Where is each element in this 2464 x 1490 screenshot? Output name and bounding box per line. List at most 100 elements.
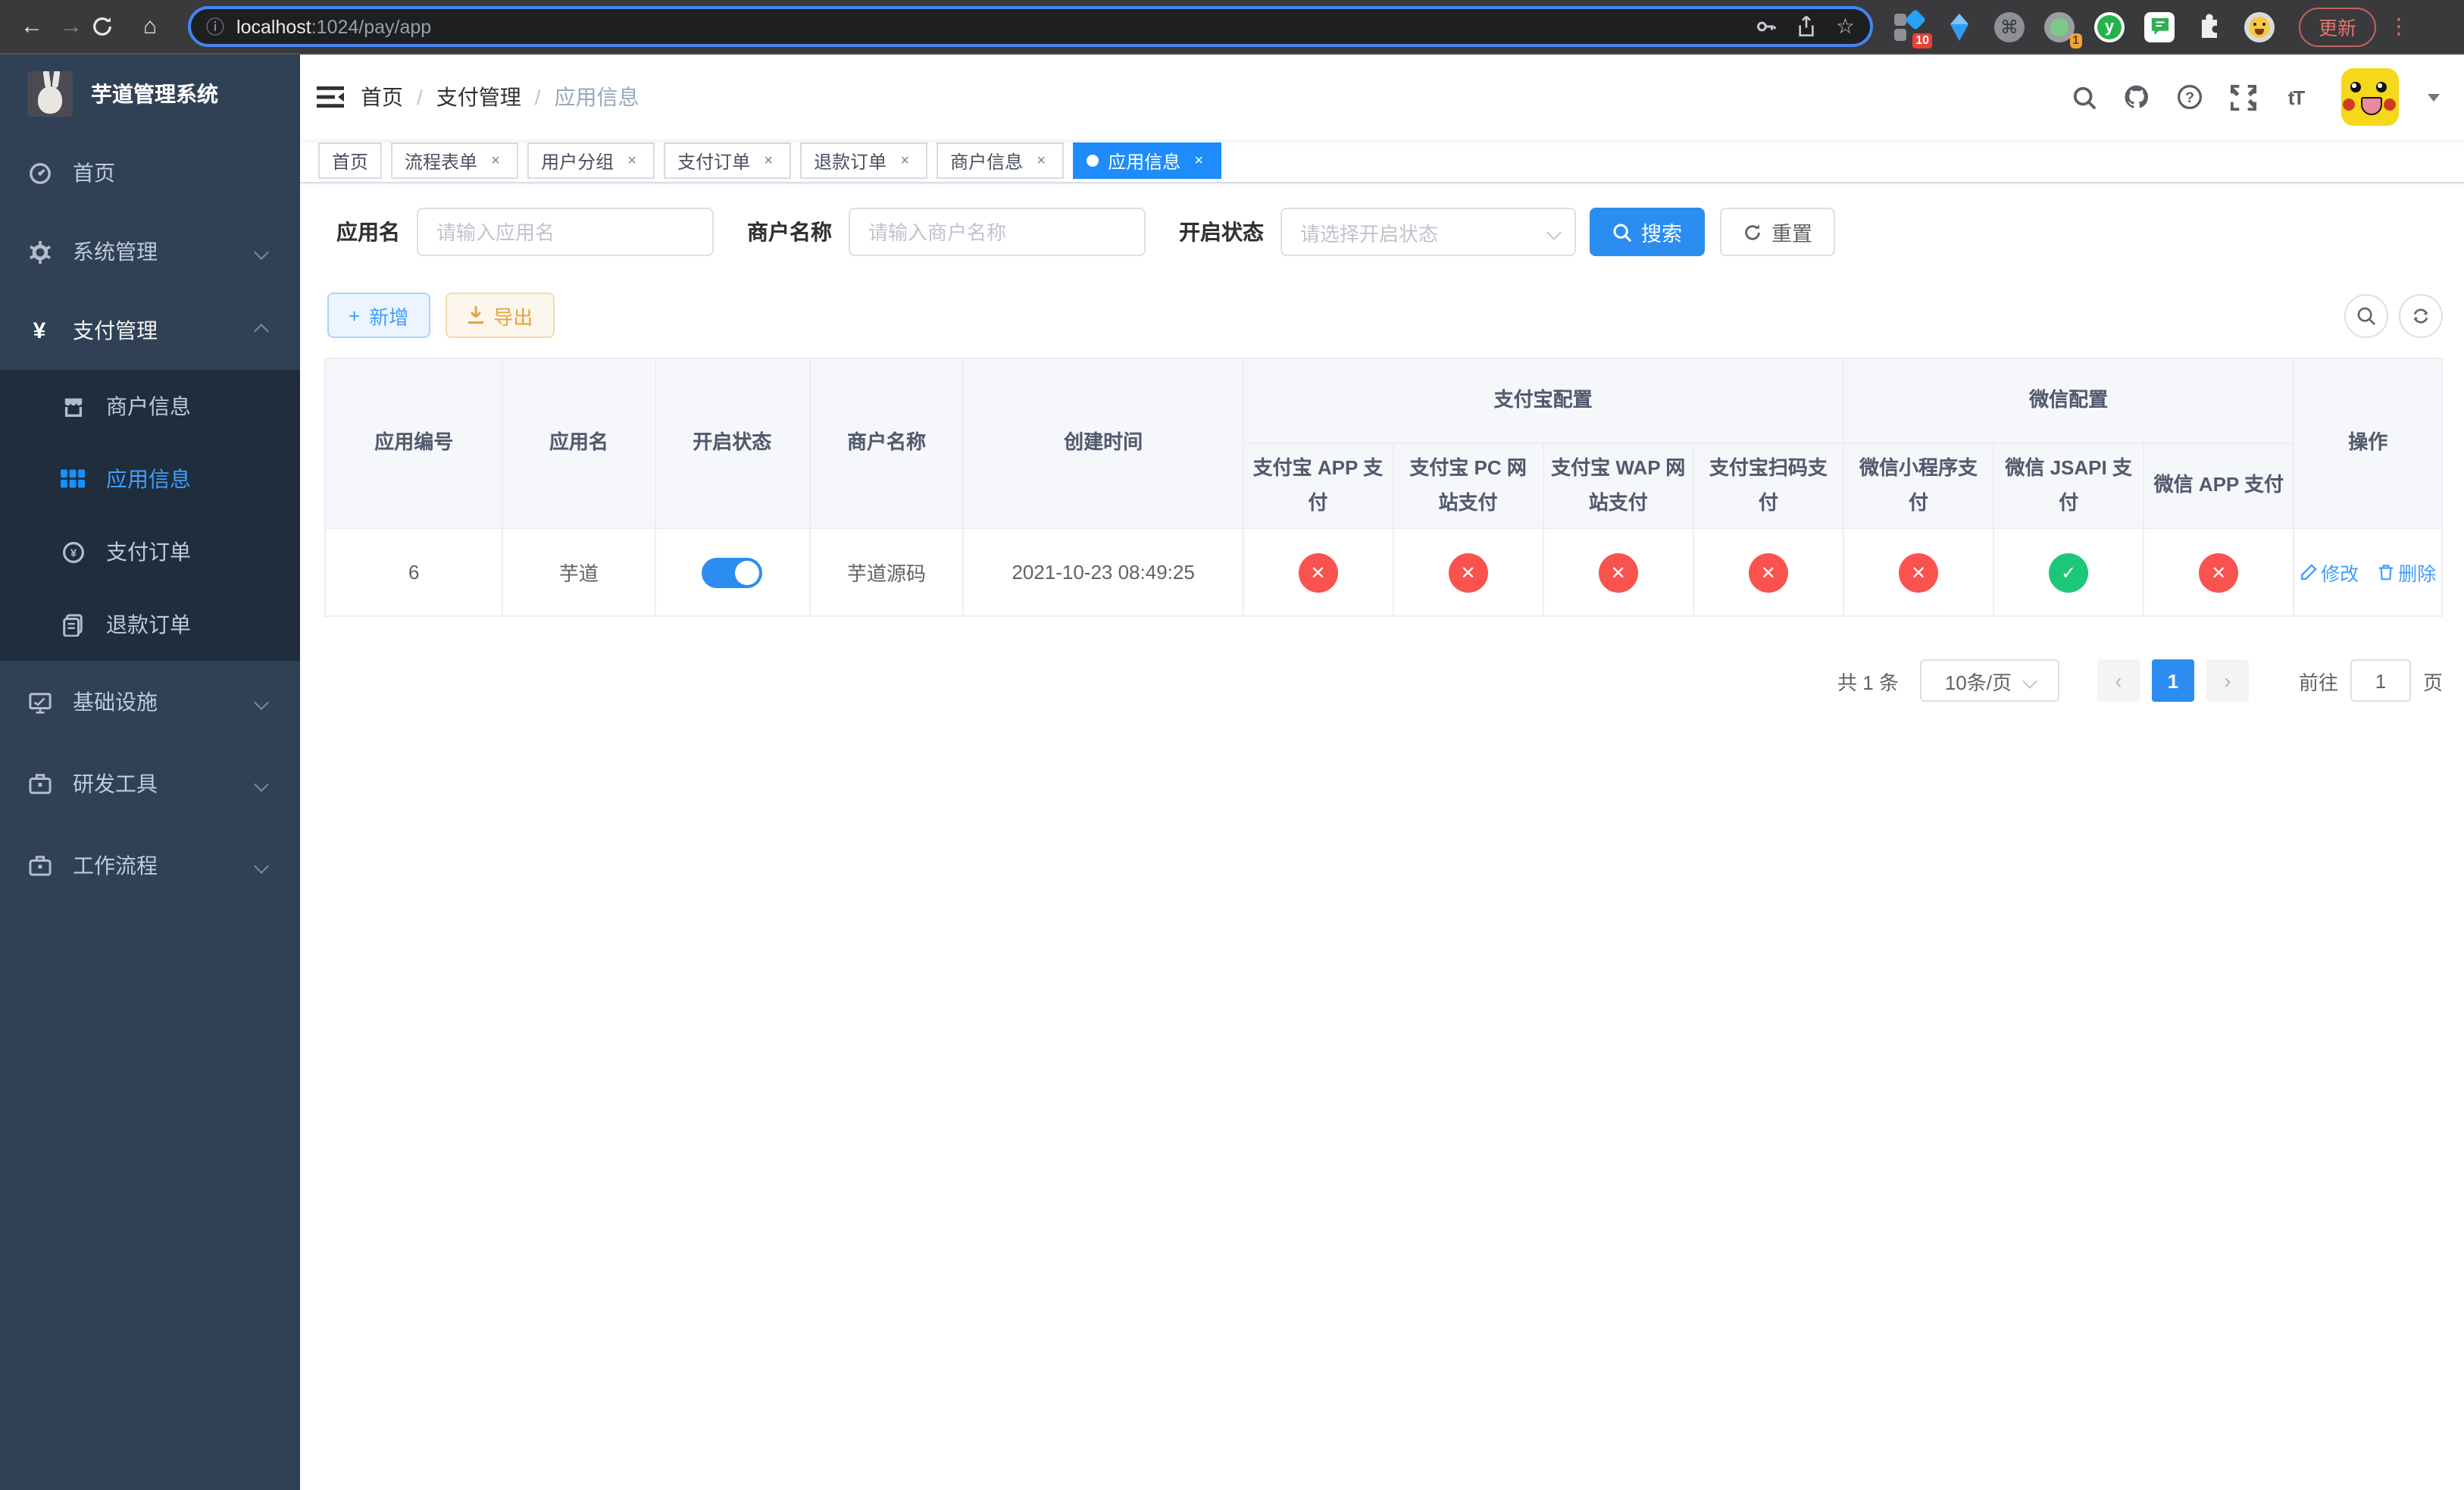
extension-kite-icon[interactable]	[1944, 11, 1975, 42]
github-icon[interactable]	[2123, 83, 2150, 111]
edit-link[interactable]: 修改	[2300, 558, 2359, 587]
chevron-down-icon	[1546, 224, 1562, 239]
add-button[interactable]: + 新增	[327, 293, 430, 338]
help-icon[interactable]: ?	[2176, 83, 2203, 111]
sidebar-logo[interactable]: 芋道管理系统	[0, 55, 300, 133]
sidebar-item-payment-orders[interactable]: ¥ 支付订单	[0, 515, 300, 588]
breadcrumb-separator: /	[417, 85, 423, 109]
tab-home[interactable]: 首页	[318, 142, 383, 179]
sidebar-item-merchant-info[interactable]: 商户信息	[0, 370, 300, 443]
search-button[interactable]: 搜索	[1590, 208, 1705, 256]
extensions-puzzle-icon[interactable]	[2194, 11, 2225, 42]
sidebar-item-infrastructure[interactable]: 基础设施	[0, 661, 300, 743]
close-icon[interactable]: ×	[486, 152, 505, 170]
tab-user-group[interactable]: 用户分组 ×	[527, 142, 655, 179]
toggle-search-button[interactable]	[2344, 293, 2388, 337]
column-header: 应用名	[502, 358, 656, 529]
browser-update-button[interactable]: 更新	[2299, 7, 2377, 46]
cell-enabled	[654, 527, 811, 617]
extension-badge: 10	[1912, 33, 1932, 48]
sidebar-item-app-info[interactable]: 应用信息	[0, 443, 300, 515]
page-1-button[interactable]: 1	[2151, 659, 2194, 702]
user-avatar[interactable]	[2341, 68, 2399, 126]
close-icon[interactable]: ×	[623, 152, 641, 170]
browser-forward-icon[interactable]: →	[52, 14, 91, 39]
column-header: 微信 JSAPI 支付	[1993, 443, 2145, 529]
sidebar-item-system[interactable]: 系统管理	[0, 212, 300, 291]
sidebar-collapse-icon[interactable]	[315, 82, 346, 112]
fullscreen-icon[interactable]	[2229, 83, 2256, 111]
next-page-button[interactable]: ›	[2206, 659, 2249, 702]
text-size-icon[interactable]: tT	[2282, 83, 2309, 111]
site-info-icon[interactable]: ⓘ	[206, 14, 224, 39]
cell-created-at: 2021-10-23 08:49:25	[962, 527, 1244, 617]
tab-merchant-info[interactable]: 商户信息 ×	[937, 142, 1065, 179]
tab-refund-order[interactable]: 退款订单 ×	[800, 142, 928, 179]
goto-page-input[interactable]	[2350, 659, 2411, 702]
merchant-name-input[interactable]	[849, 208, 1146, 256]
tab-payment-order[interactable]: 支付订单 ×	[664, 142, 792, 179]
page-size-select[interactable]: 10条/页	[1919, 659, 2059, 702]
yen-icon: ¥	[33, 318, 46, 343]
extension-recorder-icon[interactable]: 1	[2044, 11, 2082, 48]
share-icon[interactable]	[1796, 15, 1818, 38]
status-icon: ✕	[1598, 552, 1638, 592]
tab-app-info[interactable]: 应用信息 ×	[1073, 142, 1222, 179]
export-button[interactable]: 导出	[445, 293, 555, 338]
sidebar-item-label: 工作流程	[73, 853, 158, 878]
password-key-icon[interactable]	[1756, 15, 1778, 38]
page-content: 应用名 商户名称 开启状态 请选择开启状态 搜索	[300, 183, 2464, 1490]
app-name-input[interactable]	[417, 208, 714, 256]
delete-link[interactable]: 删除	[2377, 558, 2436, 587]
close-icon[interactable]: ×	[896, 152, 914, 170]
alipay-group-header: 支付宝配置	[1242, 358, 1844, 444]
close-icon[interactable]: ×	[1190, 152, 1208, 170]
extension-command-icon[interactable]: ⌘	[1994, 11, 2025, 42]
prev-page-button[interactable]: ‹	[2097, 659, 2140, 702]
browser-menu-icon[interactable]: ⋮	[2388, 14, 2409, 39]
sidebar-item-workflow[interactable]: 工作流程	[0, 825, 300, 906]
document-icon	[61, 612, 85, 637]
browser-home-icon[interactable]: ⌂	[130, 14, 170, 39]
column-header: 支付宝 APP 支付	[1242, 443, 1394, 529]
browser-back-icon[interactable]: ←	[12, 14, 52, 39]
browser-reload-icon[interactable]	[91, 15, 130, 38]
sidebar-item-refund-orders[interactable]: 退款订单	[0, 588, 300, 661]
avatar-caret-icon[interactable]	[2428, 93, 2440, 101]
tab-process-form[interactable]: 流程表单 ×	[391, 142, 519, 179]
refresh-table-button[interactable]	[2399, 293, 2443, 337]
search-icon	[1612, 222, 1632, 242]
sidebar-item-home[interactable]: 首页	[0, 133, 300, 212]
profile-avatar-icon[interactable]	[2244, 11, 2275, 42]
header-search-icon[interactable]	[2070, 83, 2097, 111]
status-select[interactable]: 请选择开启状态	[1280, 208, 1576, 256]
sidebar-item-label: 应用信息	[106, 467, 191, 491]
cell-app-name: 芋道	[502, 527, 656, 617]
wechat-group-header: 微信配置	[1842, 358, 2295, 444]
gear-icon	[27, 239, 52, 264]
payment-submenu: 商户信息 应用信息 ¥ 支付订单 退款订单	[0, 370, 300, 661]
url-path: :1024/pay/app	[311, 16, 432, 37]
extension-chat-icon[interactable]	[2144, 11, 2175, 42]
monitor-icon	[27, 690, 52, 714]
active-dot-icon	[1087, 155, 1099, 167]
sidebar-item-dev-tools[interactable]: 研发工具	[0, 743, 300, 825]
close-icon[interactable]: ×	[1032, 152, 1050, 170]
breadcrumb-home[interactable]: 首页	[361, 82, 403, 112]
reset-button[interactable]: 重置	[1720, 208, 1835, 256]
extension-y-icon[interactable]: y	[2094, 11, 2125, 42]
bookmark-star-icon[interactable]: ☆	[1836, 14, 1855, 39]
chevron-down-icon	[254, 776, 269, 791]
column-header: 微信 APP 支付	[2143, 443, 2295, 529]
status-icon: ✕	[2199, 552, 2239, 592]
enabled-switch[interactable]	[702, 557, 763, 587]
column-header: 创建时间	[962, 358, 1244, 529]
extensions-tray: 10 ⌘ 1 y	[1894, 8, 2275, 48]
sidebar-item-payment[interactable]: ¥ 支付管理	[0, 291, 300, 370]
close-icon[interactable]: ×	[759, 152, 777, 170]
sidebar-item-label: 退款订单	[106, 612, 191, 637]
sidebar-item-label: 支付订单	[106, 540, 191, 564]
extension-stack-icon[interactable]: 10	[1894, 8, 1932, 48]
breadcrumb-payment[interactable]: 支付管理	[436, 82, 521, 112]
url-bar[interactable]: ⓘ localhost:1024/pay/app ☆	[188, 6, 1873, 47]
